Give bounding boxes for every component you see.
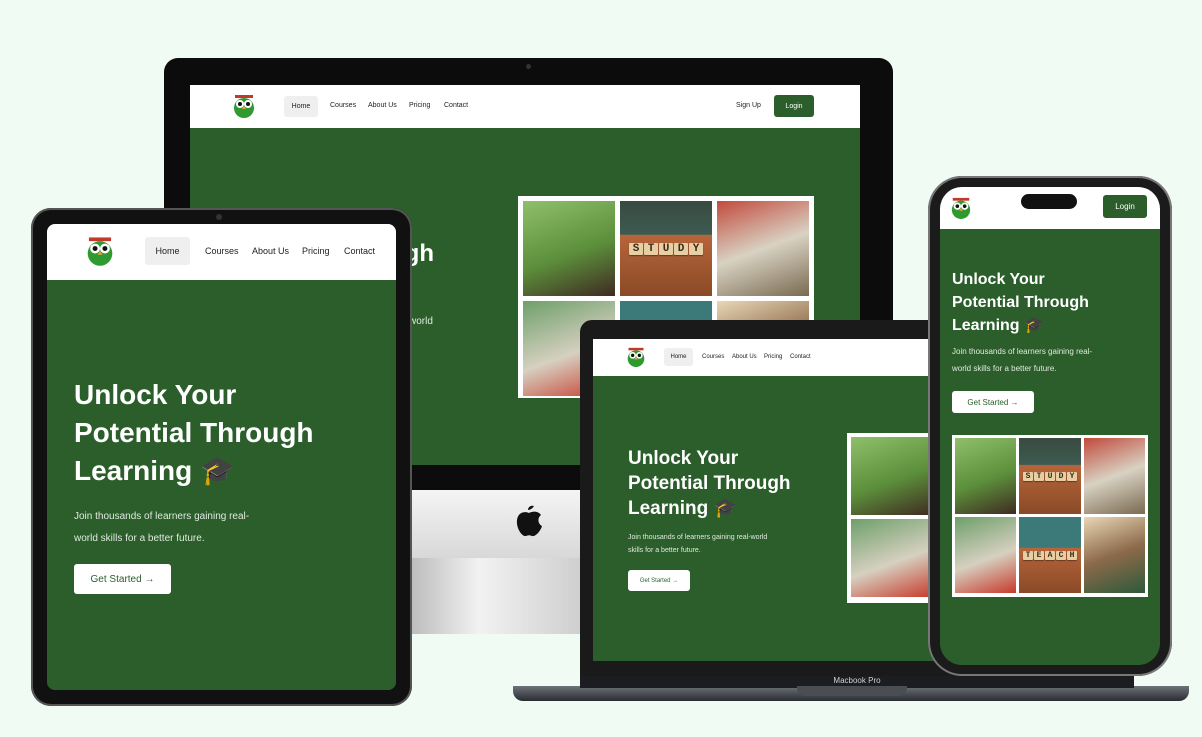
hero-subtitle-line-2: world skills for a better future. — [74, 533, 205, 544]
tablet-screen: Home Courses About Us Pricing Contact Un… — [47, 224, 396, 690]
hero-subtitle-line-1: Join thousands of learners gaining real- — [952, 347, 1093, 356]
tile-letter: T — [1033, 471, 1044, 481]
tile-letter: U — [659, 242, 673, 255]
hero-subtitle-partial: world — [409, 316, 433, 327]
tile-letter: D — [1055, 471, 1066, 481]
tile-letter: E — [1033, 550, 1044, 560]
hero-title-line-3: Learning 🎓 — [74, 455, 235, 486]
desktop-camera — [526, 64, 531, 69]
phone-navbar: Login — [940, 187, 1160, 229]
nav-about[interactable]: About Us — [368, 102, 397, 109]
tile-letter: U — [1044, 471, 1055, 481]
tablet-hero: Unlock Your Potential Through Learning 🎓… — [47, 280, 396, 690]
phone-screen: Login Unlock Your Potential Through Lear… — [940, 187, 1160, 665]
nav-home[interactable]: Home — [284, 96, 318, 117]
tile-letter: S — [629, 242, 643, 255]
phone-photo-grid: S T U D Y T E A C H — [952, 435, 1148, 597]
nav-courses[interactable]: Courses — [702, 354, 724, 360]
nav-about[interactable]: About Us — [252, 246, 289, 256]
photo-student-laptop — [523, 201, 615, 296]
owl-logo-icon — [627, 347, 645, 367]
photo-group-study — [1083, 517, 1145, 593]
hero-title-line-3: Learning 🎓 — [952, 317, 1044, 334]
tablet-frame: Home Courses About Us Pricing Contact Un… — [31, 208, 412, 706]
study-tiles: S T U D Y — [629, 242, 703, 255]
photo-student-laptop — [851, 437, 933, 515]
nav-contact[interactable]: Contact — [444, 102, 468, 109]
desktop-stand — [412, 558, 580, 634]
photo-kids-reading — [851, 519, 933, 597]
hero-title-line-2: Potential Through — [74, 417, 314, 448]
login-button[interactable]: Login — [1103, 195, 1147, 218]
laptop-photo-grid — [847, 433, 937, 603]
tile-letter: T — [644, 242, 658, 255]
owl-logo-icon — [951, 197, 971, 219]
tablet-camera — [216, 214, 222, 220]
hero-title-line-1: Unlock Your — [628, 448, 739, 469]
hero-subtitle-line-2: world skills for a better future. — [952, 364, 1057, 373]
nav-pricing[interactable]: Pricing — [409, 102, 430, 109]
photo-student-laptop — [955, 438, 1017, 514]
tile-letter: S — [1022, 471, 1033, 481]
nav-courses[interactable]: Courses — [330, 102, 356, 109]
tile-letter: C — [1055, 550, 1066, 560]
teach-tiles: T E A C H — [1022, 550, 1077, 560]
apple-logo-icon — [516, 505, 542, 537]
photo-teach-tiles: T E A C H — [1019, 517, 1081, 593]
owl-logo-icon — [87, 237, 113, 266]
nav-contact[interactable]: Contact — [344, 246, 375, 256]
tile-letter: T — [1022, 550, 1033, 560]
phone-frame: Login Unlock Your Potential Through Lear… — [928, 176, 1172, 676]
photo-study-tiles: S T U D Y — [620, 201, 712, 296]
tile-letter: H — [1066, 550, 1077, 560]
nav-signup[interactable]: Sign Up — [736, 102, 761, 109]
phone-hero: Unlock Your Potential Through Learning 🎓… — [940, 229, 1160, 665]
owl-logo-icon — [234, 95, 254, 118]
hero-subtitle-line-2: skills for a better future. — [628, 547, 701, 554]
hero-title-line-3: Learning 🎓 — [628, 498, 738, 519]
tile-letter: Y — [689, 242, 703, 255]
photo-students-desk — [1083, 438, 1145, 514]
laptop-label: Macbook Pro — [833, 676, 881, 685]
hero-subtitle-line-1: Join thousands of learners gaining real- — [74, 511, 250, 522]
get-started-button[interactable]: Get Started → — [74, 564, 171, 594]
photo-study-tiles: S T U D Y — [1019, 438, 1081, 514]
hero-title-line-2: Potential Through — [952, 294, 1089, 311]
desktop-navbar: Home Courses About Us Pricing Contact Si… — [190, 85, 860, 128]
tile-letter: Y — [1066, 471, 1077, 481]
nav-contact[interactable]: Contact — [790, 354, 811, 360]
get-started-button[interactable]: Get Started → — [628, 570, 690, 591]
tile-letter: D — [674, 242, 688, 255]
study-tiles: S T U D Y — [1022, 471, 1077, 481]
nav-pricing[interactable]: Pricing — [764, 354, 782, 360]
tile-letter: A — [1044, 550, 1055, 560]
get-started-button[interactable]: Get Started → — [952, 391, 1034, 413]
photo-kids-reading — [955, 517, 1017, 593]
hero-title-line-1: Unlock Your — [74, 379, 237, 410]
photo-students-desk — [717, 201, 809, 296]
login-button[interactable]: Login — [774, 95, 814, 117]
hero-subtitle-line-1: Join thousands of learners gaining real-… — [628, 534, 768, 541]
nav-home[interactable]: Home — [664, 348, 693, 366]
desktop-chin — [410, 490, 590, 558]
phone-dynamic-island — [1021, 194, 1077, 209]
nav-home[interactable]: Home — [145, 237, 190, 265]
hero-title-line-1: Unlock Your — [952, 271, 1045, 288]
tablet-navbar: Home Courses About Us Pricing Contact — [47, 224, 396, 280]
laptop-notch — [797, 686, 907, 696]
nav-pricing[interactable]: Pricing — [302, 246, 330, 256]
nav-courses[interactable]: Courses — [205, 246, 239, 256]
hero-title-line-2: Potential Through — [628, 473, 791, 494]
nav-about[interactable]: About Us — [732, 354, 757, 360]
